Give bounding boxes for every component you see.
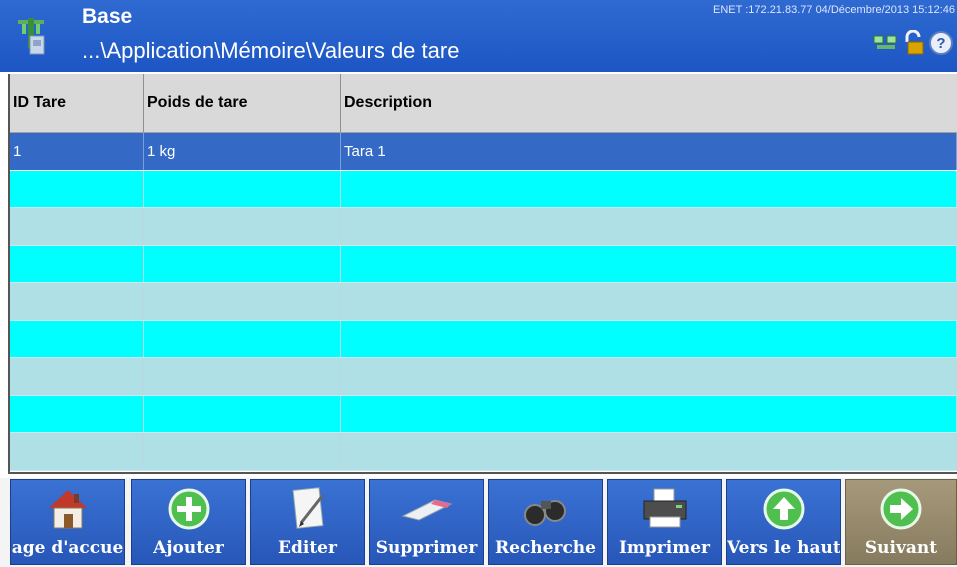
edit-button-label: Editer xyxy=(278,538,337,558)
table-row[interactable] xyxy=(10,283,957,321)
table-row[interactable] xyxy=(10,208,957,246)
cell-description: Tara 1 xyxy=(341,133,957,170)
add-icon xyxy=(168,488,209,530)
print-button-label: Imprimer xyxy=(618,538,710,558)
network-icon xyxy=(873,35,897,49)
delete-button[interactable]: Supprimer xyxy=(369,479,484,565)
table-row[interactable]: 1 1 kg Tara 1 xyxy=(10,133,957,171)
column-header-weight[interactable]: Poids de tare xyxy=(144,74,341,132)
column-header-description[interactable]: Description xyxy=(341,74,957,132)
title-bar: Base ...\Application\Mémoire\Valeurs de … xyxy=(0,0,957,72)
add-button[interactable]: Ajouter xyxy=(131,479,246,565)
eraser-icon xyxy=(401,499,452,521)
page-title: Base xyxy=(82,5,133,28)
search-button[interactable]: Recherche xyxy=(488,479,603,565)
table-row[interactable] xyxy=(10,395,957,433)
table-row[interactable] xyxy=(10,320,957,358)
status-icons: ? xyxy=(873,30,953,56)
table-row[interactable] xyxy=(10,358,957,396)
tare-table: ID Tare Poids de tare Description 1 1 kg… xyxy=(8,74,957,474)
scroll-up-button[interactable]: Vers le haut xyxy=(726,479,841,565)
table-row[interactable] xyxy=(10,170,957,208)
home-button-label: age d'accue xyxy=(11,538,124,558)
delete-button-label: Supprimer xyxy=(375,538,478,558)
table-header: ID Tare Poids de tare Description xyxy=(10,74,957,133)
svg-text:?: ? xyxy=(936,35,945,52)
table-row[interactable] xyxy=(10,433,957,471)
edit-button[interactable]: Editer xyxy=(250,479,365,565)
help-icon[interactable]: ? xyxy=(929,31,953,55)
arrow-up-icon xyxy=(763,488,804,530)
cell-weight: 1 kg xyxy=(144,133,341,170)
arrow-right-icon xyxy=(880,488,922,530)
scale-app-icon xyxy=(18,18,45,55)
unlock-icon[interactable] xyxy=(903,30,925,56)
home-icon xyxy=(48,490,87,529)
print-button[interactable]: Imprimer xyxy=(607,479,722,565)
search-button-label: Recherche xyxy=(495,538,596,558)
softkey-toolbar: age d'accue Ajouter Editer Supprimer Rec… xyxy=(0,478,957,567)
printer-icon xyxy=(643,488,686,528)
scroll-up-button-label: Vers le haut xyxy=(727,538,840,558)
next-button[interactable]: Suivant xyxy=(845,479,957,565)
breadcrumb: ...\Application\Mémoire\Valeurs de tare xyxy=(82,38,460,63)
home-button[interactable]: age d'accue xyxy=(10,479,125,565)
edit-icon xyxy=(292,487,324,529)
next-button-label: Suivant xyxy=(864,538,938,558)
status-text: ENET :172.21.83.77 04/Décembre/2013 15:1… xyxy=(713,4,955,16)
add-button-label: Ajouter xyxy=(153,538,224,558)
cell-id: 1 xyxy=(10,133,144,170)
binoculars-icon xyxy=(523,500,566,526)
column-header-id[interactable]: ID Tare xyxy=(10,74,144,132)
table-row[interactable] xyxy=(10,245,957,283)
